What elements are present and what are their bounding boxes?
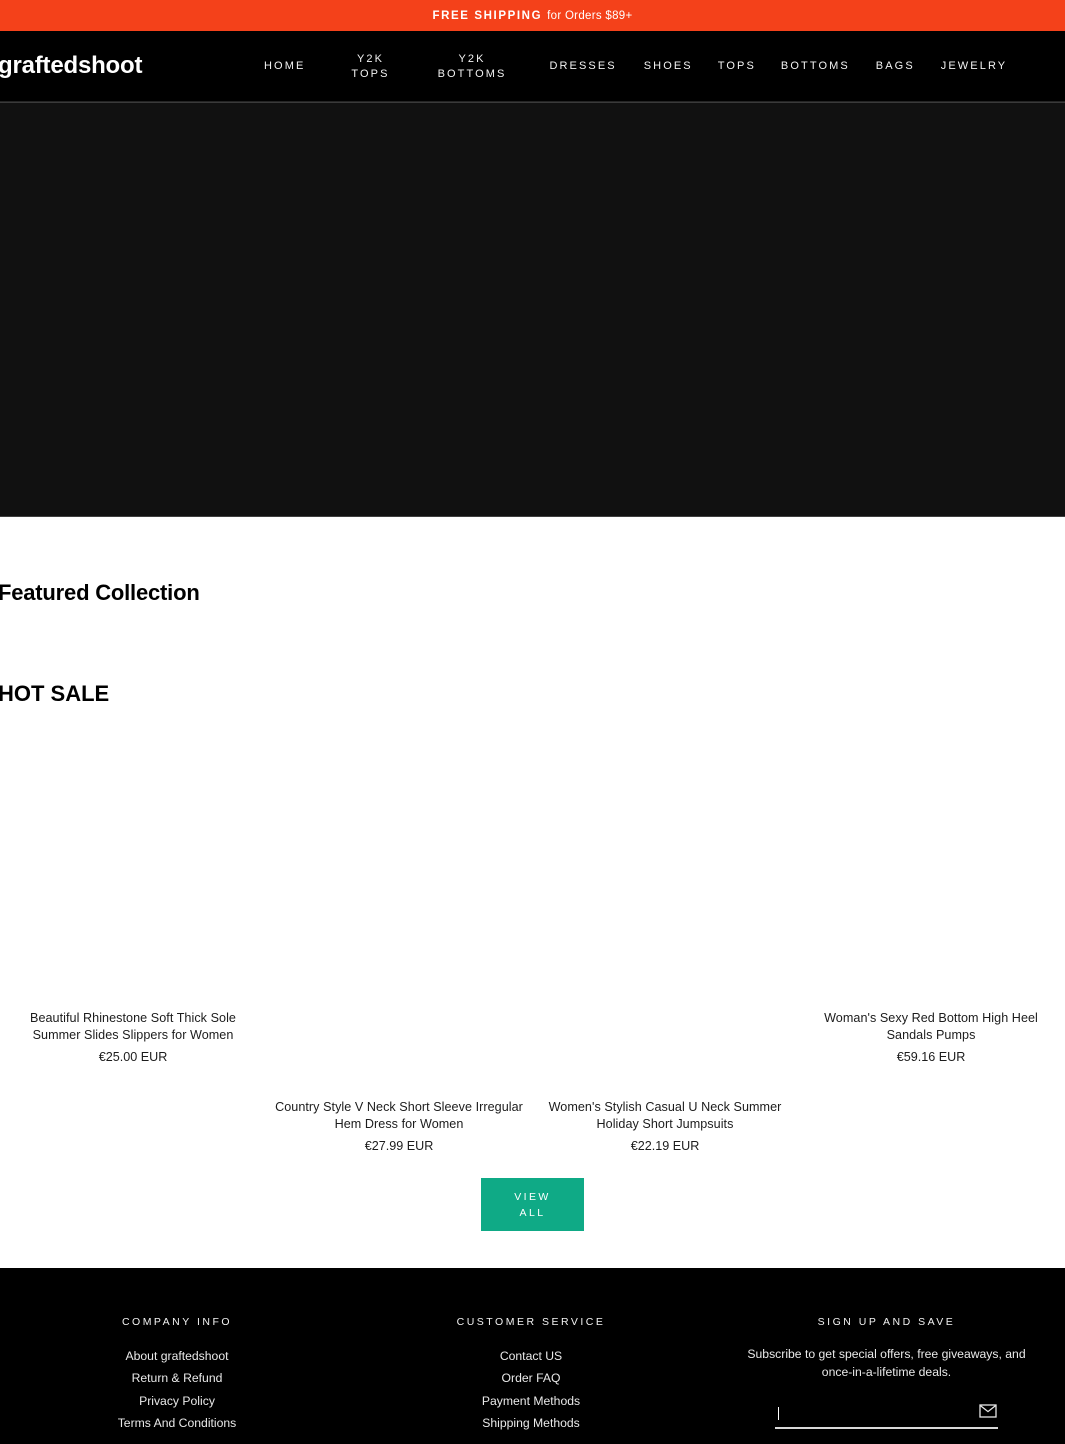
newsletter-form [775,1401,998,1429]
view-all-line1: VIEW [514,1190,551,1203]
footer-newsletter-description: Subscribe to get special offers, free gi… [747,1347,1026,1379]
nav-item-y2k-bottoms[interactable]: Y2K BOTTOMS [438,52,507,82]
nav-item-tops-label: TOPS [717,60,756,72]
text-caret [778,1407,779,1420]
nav-item-home[interactable]: HOME [264,59,305,74]
nav-item-y2k-tops[interactable]: Y2K TOPS [351,52,389,82]
footer-link-privacy-policy[interactable]: Privacy Policy [139,1390,215,1412]
nav-item-shoes[interactable]: SHOES [644,59,693,74]
footer-link-payment-methods[interactable]: Payment Methods [482,1390,580,1412]
nav-item-y2k-tops-line1: Y2K [356,52,385,65]
nav-item-bottoms[interactable]: BOTTOMS [781,59,850,74]
footer-link-order-faq[interactable]: Order FAQ [502,1367,561,1389]
product-grid: Beautiful Rhinestone Soft Thick Sole Sum… [0,733,1065,1155]
footer-customer-service: CUSTOMER SERVICE Contact US Order FAQ Pa… [354,1268,708,1444]
footer-newsletter: SIGN UP AND SAVE Subscribe to get specia… [708,1268,1065,1444]
footer-newsletter-heading: SIGN UP AND SAVE [817,1316,956,1328]
product-card[interactable]: Women's Stylish Casual U Neck Summer Hol… [532,733,798,1155]
nav-item-dresses[interactable]: DRESSES [549,59,616,74]
nav-item-jewelry-label: JEWELRY [940,60,1008,72]
footer-customer-service-heading: CUSTOMER SERVICE [456,1316,606,1328]
newsletter-email-input[interactable] [775,1401,998,1429]
nav-item-y2k-bottoms-line1: Y2K [458,52,486,65]
footer-company-info: COMPANY INFO About graftedshoot Return &… [0,1268,354,1444]
nav-item-y2k-bottoms-line2: BOTTOMS [437,67,507,80]
view-all-container: VIEW ALL [0,1178,1065,1231]
announcement-light-text: for Orders $89+ [547,9,633,22]
nav-item-shoes-label: SHOES [643,60,693,72]
product-card[interactable]: Woman's Sexy Red Bottom High Heel Sandal… [798,733,1064,1155]
product-price: €59.16 EUR [896,1050,966,1064]
nav-item-tops[interactable]: TOPS [718,59,756,74]
nav-item-dresses-label: DRESSES [549,60,617,72]
product-price: €27.99 EUR [364,1139,434,1153]
footer-link-shipping-methods[interactable]: Shipping Methods [482,1412,580,1434]
product-title[interactable]: Women's Stylish Casual U Neck Summer Hol… [540,1099,790,1133]
product-price: €22.19 EUR [630,1139,700,1153]
site-header: graftedshoot HOME Y2K TOPS Y2K BOTTOMS D… [0,31,1065,102]
product-card[interactable]: Beautiful Rhinestone Soft Thick Sole Sum… [0,733,266,1155]
product-price: €25.00 EUR [98,1050,168,1064]
product-image[interactable] [0,733,266,999]
announcement-bar: FREE SHIPPING for Orders $89+ [0,0,1065,31]
product-image[interactable] [532,733,798,999]
view-all-line2: ALL [519,1206,546,1219]
site-logo[interactable]: graftedshoot [0,52,142,80]
nav-item-home-label: HOME [264,60,306,72]
product-title[interactable]: Beautiful Rhinestone Soft Thick Sole Sum… [8,1010,258,1044]
product-image[interactable] [798,733,1064,999]
footer-link-terms-conditions[interactable]: Terms And Conditions [118,1412,237,1434]
product-title[interactable]: Country Style V Neck Short Sleeve Irregu… [274,1099,524,1133]
newsletter-submit-button[interactable] [978,1401,998,1421]
footer-link-contact-us[interactable]: Contact US [500,1345,562,1367]
nav-item-jewelry[interactable]: JEWELRY [941,59,1007,74]
featured-collection-title: Featured Collection [0,580,200,605]
view-all-button[interactable]: VIEW ALL [481,1178,584,1231]
main-navigation: HOME Y2K TOPS Y2K BOTTOMS DRESSES SHOES … [264,31,1007,102]
footer-link-about[interactable]: About graftedshoot [126,1345,229,1367]
nav-item-bags-label: BAGS [875,60,915,72]
hero-banner[interactable] [0,102,1065,517]
nav-item-y2k-tops-line2: TOPS [351,67,390,80]
envelope-icon [979,1404,997,1418]
nav-item-bags[interactable]: BAGS [876,59,915,74]
footer-company-info-heading: COMPANY INFO [121,1316,233,1328]
hot-sale-title: HOT SALE [0,681,110,706]
product-image[interactable] [266,733,532,999]
product-title[interactable]: Woman's Sexy Red Bottom High Heel Sandal… [806,1010,1056,1044]
product-card[interactable]: Country Style V Neck Short Sleeve Irregu… [266,733,532,1155]
site-footer: COMPANY INFO About graftedshoot Return &… [0,1268,1065,1444]
main-content: Featured Collection HOT SALE Beautiful R… [0,517,1065,1231]
footer-link-return-refund[interactable]: Return & Refund [132,1367,223,1389]
nav-item-bottoms-label: BOTTOMS [780,60,850,72]
announcement-strong-text: FREE SHIPPING [432,9,543,22]
